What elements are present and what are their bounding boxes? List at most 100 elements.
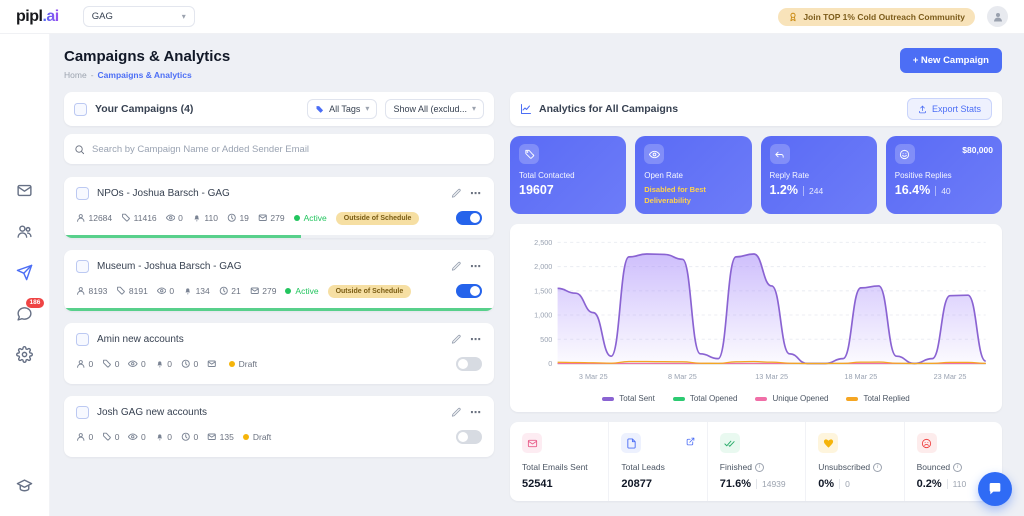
legend-swatch bbox=[755, 396, 768, 401]
sent-stat: 8191 bbox=[116, 286, 148, 296]
summary-value: 0.2% bbox=[916, 478, 942, 491]
stat-value: 134 bbox=[195, 286, 210, 296]
edit-campaign-button[interactable] bbox=[451, 334, 462, 345]
progress-fill bbox=[64, 308, 494, 311]
campaign-checkbox[interactable] bbox=[76, 333, 89, 346]
top-bar: pipl.ai GAG ▾ Join TOP 1% Cold Outreach … bbox=[0, 0, 1024, 34]
sent-stat: 11416 bbox=[121, 213, 157, 223]
bounced-stat: 134 bbox=[183, 286, 210, 296]
campaign-toggle[interactable] bbox=[456, 211, 482, 225]
chat-launcher-button[interactable] bbox=[978, 472, 1012, 506]
opened-stat: 0 bbox=[128, 432, 146, 442]
campaign-checkbox[interactable] bbox=[76, 260, 89, 273]
legend-item[interactable]: Total Opened bbox=[672, 394, 737, 403]
campaign-checkbox[interactable] bbox=[76, 187, 89, 200]
show-filter-select[interactable]: Show All (exclud... ▾ bbox=[385, 99, 484, 119]
svg-text:18 Mar 25: 18 Mar 25 bbox=[844, 372, 877, 381]
sidebar-item-contacts[interactable] bbox=[16, 223, 33, 240]
campaign-menu-button[interactable]: ⋯ bbox=[470, 187, 482, 200]
summary-label: Total Emails Sent bbox=[522, 462, 588, 473]
bounced-stat: 110 bbox=[192, 213, 218, 223]
emails-stat: 135 bbox=[207, 432, 234, 442]
tags-filter-select[interactable]: All Tags ▾ bbox=[307, 99, 378, 119]
summary-sub-value: 110 bbox=[946, 479, 966, 490]
campaign-search-input[interactable] bbox=[92, 143, 484, 155]
promo-banner[interactable]: Join TOP 1% Cold Outreach Community bbox=[778, 7, 975, 26]
legend-label: Unique Opened bbox=[772, 394, 829, 404]
clock-icon bbox=[181, 359, 190, 369]
legend-label: Total Replied bbox=[863, 394, 910, 404]
sidebar-item-academy[interactable] bbox=[16, 478, 33, 500]
campaigns-panel: Your Campaigns (4) All Tags ▾ Show All (… bbox=[64, 92, 494, 501]
app-logo[interactable]: pipl.ai bbox=[16, 8, 59, 26]
campaign-menu-button[interactable]: ⋯ bbox=[470, 406, 482, 419]
legend-item[interactable]: Total Sent bbox=[602, 394, 655, 403]
stat-value: 1.2% bbox=[769, 183, 799, 197]
campaign-progress bbox=[64, 308, 494, 311]
new-campaign-button[interactable]: + New Campaign bbox=[899, 48, 1002, 73]
line-chart-icon bbox=[521, 104, 531, 114]
stat-note: Disabled for Best Deliverability bbox=[644, 185, 706, 205]
sidebar-item-campaigns[interactable] bbox=[16, 264, 33, 281]
clock-icon bbox=[181, 432, 190, 442]
campaign-list: NPOs - Joshua Barsch - GAG ⋯ 12684 11416… bbox=[64, 177, 494, 457]
campaign-status: Draft bbox=[252, 432, 272, 442]
campaign-menu-button[interactable]: ⋯ bbox=[470, 260, 482, 273]
stat-value: 0 bbox=[114, 432, 120, 442]
edit-campaign-button[interactable] bbox=[451, 407, 462, 418]
user-avatar[interactable] bbox=[987, 6, 1008, 27]
campaigns-panel-title: Your Campaigns (4) bbox=[95, 103, 194, 115]
stat-sub-value: 40 bbox=[935, 186, 951, 196]
campaign-status-indicator: Draft bbox=[242, 432, 272, 442]
info-icon[interactable] bbox=[754, 462, 764, 472]
edit-campaign-button[interactable] bbox=[451, 188, 462, 199]
sidebar-item-chat[interactable]: 186 bbox=[16, 298, 44, 322]
sidebar-item-inbox[interactable] bbox=[16, 182, 33, 199]
logo-text-primary: pipl bbox=[16, 7, 43, 25]
legend-swatch bbox=[602, 396, 615, 401]
info-icon[interactable] bbox=[873, 462, 883, 472]
stat-card-open-rate: Open Rate Disabled for Best Deliverabili… bbox=[635, 136, 752, 214]
workspace-value: GAG bbox=[91, 11, 113, 22]
tag-icon bbox=[103, 432, 112, 441]
edit-campaign-button[interactable] bbox=[451, 261, 462, 272]
campaign-toggle[interactable] bbox=[456, 430, 482, 444]
svg-text:500: 500 bbox=[540, 335, 552, 344]
campaign-menu-button[interactable]: ⋯ bbox=[470, 333, 482, 346]
stat-value: 0 bbox=[193, 359, 199, 369]
workspace-select[interactable]: GAG ▾ bbox=[82, 6, 195, 27]
stat-value: 21 bbox=[231, 286, 241, 296]
stat-value: 8191 bbox=[128, 286, 148, 296]
opened-stat: 0 bbox=[165, 213, 183, 223]
opened-stat: 0 bbox=[128, 359, 146, 369]
breadcrumb-home[interactable]: Home bbox=[64, 70, 87, 80]
stat-corner-value: $80,000 bbox=[962, 145, 993, 155]
analytics-chart-card: 0 500 1,000 1,500 2,000 2,500 3 Mar 25 8 Mar 25… bbox=[510, 224, 1002, 413]
status-dot bbox=[293, 215, 300, 221]
campaign-checkbox[interactable] bbox=[76, 406, 89, 419]
campaign-status: Active bbox=[303, 213, 327, 223]
summary-value: 20877 bbox=[621, 478, 652, 491]
summary-sub-value: 14939 bbox=[756, 479, 786, 490]
export-stats-button[interactable]: Export Stats bbox=[906, 98, 992, 120]
sidebar-item-settings[interactable] bbox=[16, 346, 33, 363]
chat-bubble-icon bbox=[989, 483, 1001, 495]
select-all-checkbox[interactable] bbox=[74, 102, 87, 116]
contacts-stat: 0 bbox=[76, 359, 93, 369]
info-icon[interactable] bbox=[953, 462, 963, 472]
campaign-toggle[interactable] bbox=[456, 284, 482, 298]
stat-value: 0 bbox=[140, 432, 146, 442]
campaign-toggle[interactable] bbox=[456, 357, 482, 371]
svg-text:2,500: 2,500 bbox=[534, 238, 552, 247]
breadcrumb-current[interactable]: Campaigns & Analytics bbox=[98, 70, 192, 80]
summary-label: Finished bbox=[719, 462, 752, 473]
replied-stat: 0 bbox=[181, 432, 198, 442]
pencil-icon bbox=[451, 407, 461, 417]
external-link-icon[interactable] bbox=[686, 433, 695, 451]
stat-sub-value: 244 bbox=[803, 186, 823, 196]
campaign-search bbox=[64, 134, 494, 164]
summary-label: Total Leads bbox=[621, 462, 665, 473]
legend-item[interactable]: Unique Opened bbox=[755, 394, 828, 403]
legend-label: Total Sent bbox=[619, 394, 655, 404]
legend-item[interactable]: Total Replied bbox=[846, 394, 910, 404]
